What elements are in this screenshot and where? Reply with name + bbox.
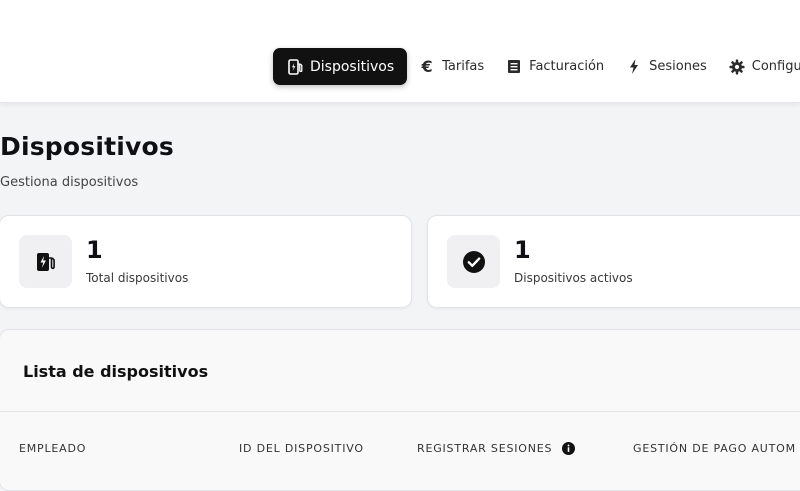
nav-item-sesiones[interactable]: Sesiones — [626, 48, 707, 85]
charger-icon — [19, 235, 72, 288]
divider — [0, 411, 800, 412]
check-circle-icon — [447, 235, 500, 288]
nav-item-label: Dispositivos — [310, 58, 395, 75]
device-list-panel — [0, 329, 800, 491]
nav-item-tarifas[interactable]: € Tarifas — [419, 48, 485, 85]
stat-card-active-devices: 1 Dispositivos activos — [427, 215, 800, 308]
document-icon — [506, 59, 522, 75]
page-title: Dispositivos — [0, 132, 174, 161]
column-header-label: GESTIÓN DE PAGO AUTOM — [633, 442, 796, 455]
column-header-registrar-sesiones[interactable]: REGISTRAR SESIONES — [417, 442, 576, 455]
stat-value: 1 — [86, 236, 103, 264]
nav-item-dispositivos[interactable]: Dispositivos — [273, 48, 408, 85]
nav-item-label: Facturación — [529, 59, 605, 74]
column-header-label: ID DEL DISPOSITIVO — [239, 442, 364, 455]
column-header-label: REGISTRAR SESIONES — [417, 442, 553, 455]
main-nav: Dispositivos € Tarifas Facturación Sesio… — [273, 48, 800, 85]
nav-item-facturacion[interactable]: Facturación — [506, 48, 604, 85]
top-navigation-bar: Dispositivos € Tarifas Facturación Sesio… — [0, 0, 800, 103]
gear-icon — [729, 59, 745, 75]
nav-item-label: Sesiones — [649, 59, 707, 74]
stat-label: Total dispositivos — [86, 271, 189, 285]
euro-icon: € — [421, 57, 433, 76]
stat-label: Dispositivos activos — [514, 271, 633, 285]
nav-item-configuracion[interactable]: Configu — [729, 48, 800, 85]
column-header-device-id[interactable]: ID DEL DISPOSITIVO — [239, 442, 364, 455]
column-header-label: EMPLEADO — [19, 442, 87, 455]
column-header-empleado[interactable]: EMPLEADO — [19, 442, 86, 455]
nav-item-label: Configu — [751, 59, 800, 74]
page-subtitle: Gestiona dispositivos — [0, 175, 139, 190]
info-icon[interactable] — [562, 442, 576, 455]
nav-item-label: Tarifas — [442, 59, 485, 74]
stat-value: 1 — [514, 236, 531, 264]
charger-icon — [287, 58, 303, 75]
stat-card-total-devices: 1 Total dispositivos — [0, 215, 412, 308]
device-list-title: Lista de dispositivos — [23, 362, 209, 381]
column-header-gestion-pago[interactable]: GESTIÓN DE PAGO AUTOM — [633, 442, 796, 455]
lightning-icon — [626, 59, 642, 75]
